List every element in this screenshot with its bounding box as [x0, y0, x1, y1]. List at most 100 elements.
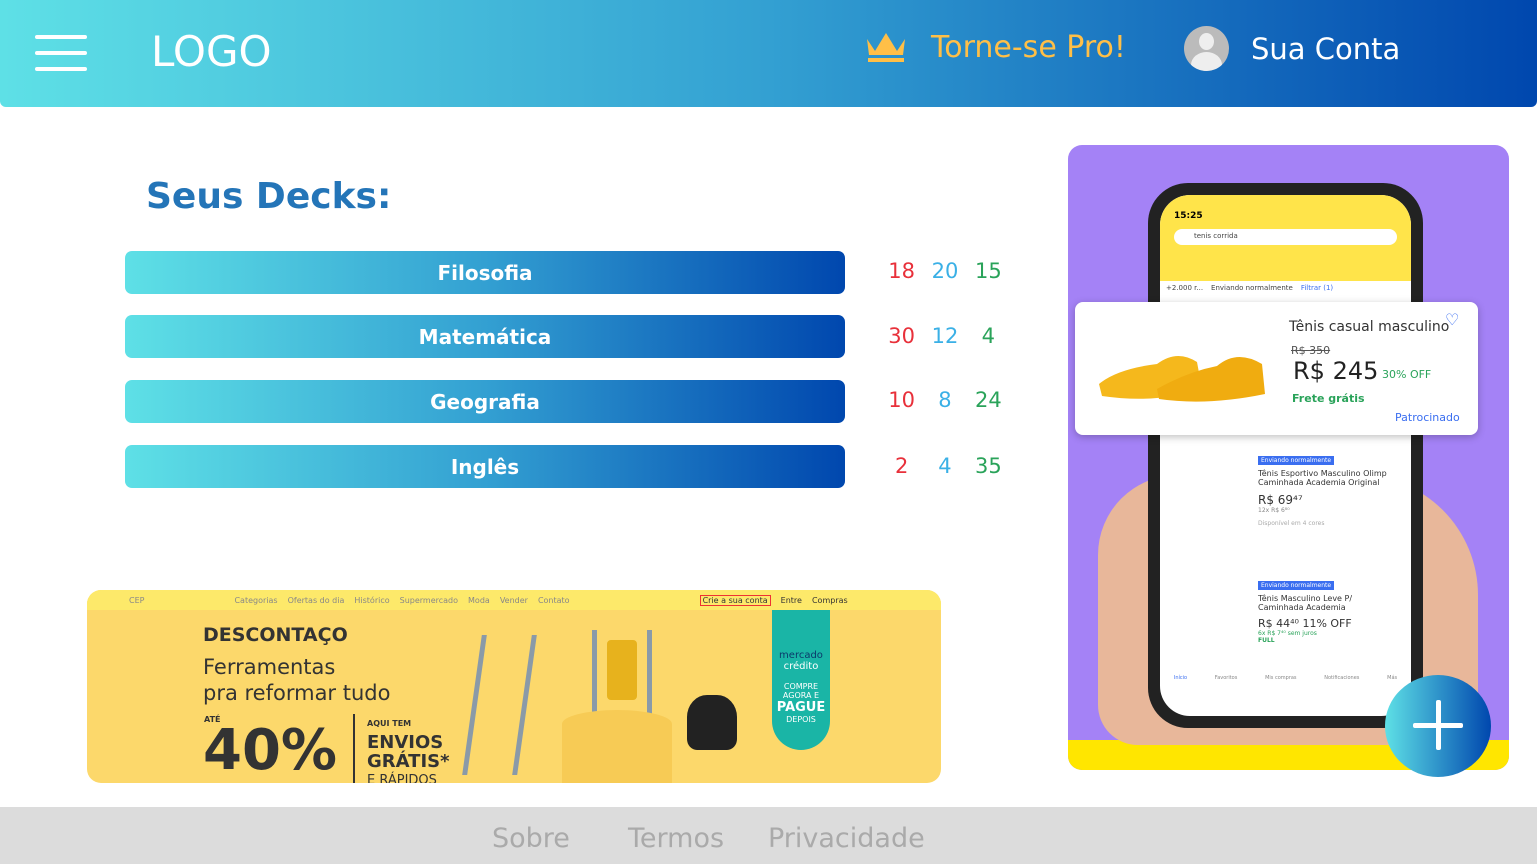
ad-text: AQUI TEM	[367, 719, 412, 728]
count-review: 24	[974, 388, 1002, 412]
ad-nav-item: Contato	[537, 595, 570, 605]
deck-counts: 10 8 24	[880, 388, 1010, 412]
ad-line: pra reformar tudo	[203, 681, 391, 705]
avatar-icon	[1184, 26, 1229, 71]
drill-image	[607, 640, 637, 700]
deck-counts: 2 4 35	[880, 454, 1010, 478]
phone-text: Disponível em 4 cores	[1258, 520, 1325, 527]
ad-nav-item: Vender	[499, 595, 528, 605]
phone-text: FULL	[1258, 637, 1275, 644]
count-learning: 4	[938, 454, 952, 478]
ad-nav-item: Moda	[468, 595, 490, 605]
ad-nav-item: Categorias	[234, 595, 278, 605]
phone-image: 15:25 tenis corrida +2.000 r... Enviando …	[1148, 183, 1423, 728]
count-new: 10	[888, 388, 916, 412]
phone-text: Enviando normalmente	[1258, 581, 1335, 590]
ad-text: crédito	[783, 661, 819, 672]
phone-text: Filtrar (1)	[1300, 284, 1334, 292]
footer-link-termos[interactable]: Termos	[628, 823, 724, 854]
crown-icon	[867, 32, 905, 62]
deck-button-matematica[interactable]: Matemática	[125, 315, 845, 358]
deck-button-filosofia[interactable]: Filosofia	[125, 251, 845, 294]
ad-nav-item: Supermercado	[399, 595, 459, 605]
logo[interactable]: LOGO	[151, 27, 272, 76]
phone-tab: Favoritos	[1214, 675, 1238, 681]
phone-tab: Mis compras	[1265, 675, 1297, 681]
hamburger-menu-icon[interactable]	[35, 33, 87, 73]
go-pro-button[interactable]: Torne-se Pro!	[865, 30, 1126, 65]
phone-text: Tênis Masculino Leve P/ Caminhada Academ…	[1258, 594, 1353, 612]
yellow-shoe-image	[1099, 355, 1265, 402]
product-old-price: R$ 350	[1291, 344, 1331, 357]
phone-text: 6x R$ 7⁴⁰ sem juros	[1258, 630, 1317, 637]
ad-nav: CEP Categorias Ofertas do dia Histórico …	[87, 590, 941, 610]
count-learning: 20	[931, 259, 959, 283]
phone-text: Enviando normalmente	[1211, 284, 1293, 292]
go-pro-label: Torne-se Pro!	[931, 30, 1126, 65]
phone-tab: Notificaciones	[1324, 675, 1360, 681]
phone-list-item: Enviando normalmente Tênis Esportivo Mas…	[1258, 455, 1398, 527]
top-bar: LOGO Torne-se Pro! Sua Conta	[0, 0, 1537, 107]
product-sponsored: Patrocinado	[1395, 411, 1460, 424]
phone-tab: Início	[1173, 675, 1188, 681]
count-new: 2	[894, 454, 909, 478]
footer: Sobre Termos Privacidade	[0, 807, 1537, 864]
ad-nav-item: Compras	[811, 595, 848, 605]
ladder-image	[462, 635, 537, 775]
count-review: 4	[981, 324, 995, 348]
ad-text: COMPRE AGORA E	[782, 682, 820, 700]
footer-link-privacidade[interactable]: Privacidade	[768, 823, 925, 854]
deck-counts: 30 12 4	[880, 324, 1010, 348]
count-learning: 12	[931, 324, 959, 348]
product-price: R$ 245	[1293, 357, 1379, 385]
ad-text: E RÁPIDOS	[367, 773, 437, 783]
count-review: 35	[974, 454, 1002, 478]
account-button[interactable]: Sua Conta	[1184, 26, 1400, 71]
ad-nav-item: CEP	[129, 595, 145, 605]
product-card: ♡ Tênis casual masculino R$ 350 R$ 245 3…	[1075, 302, 1478, 435]
ad-text: mercado	[779, 650, 823, 661]
count-new: 30	[888, 324, 916, 348]
phone-tabbar: Início Favoritos Mis compras Notificaciones…	[1160, 675, 1411, 681]
phone-list-item: Enviando normalmente Tênis Masculino Lev…	[1258, 580, 1398, 644]
count-learning: 8	[938, 388, 952, 412]
phone-text: R$ 69⁴⁷	[1258, 493, 1303, 507]
ad-nav-item: Histórico	[354, 595, 390, 605]
phone-text: 12x R$ 6⁸⁰	[1258, 507, 1290, 514]
count-review: 15	[974, 259, 1002, 283]
phone-time: 15:25	[1174, 211, 1203, 221]
account-label: Sua Conta	[1251, 31, 1401, 66]
phone-search: tenis corrida	[1174, 229, 1397, 245]
welding-mask-image	[687, 695, 737, 750]
page-title: Seus Decks:	[146, 176, 392, 217]
ad-subtitle: Ferramentas pra reformar tudo	[203, 654, 390, 706]
footer-link-sobre[interactable]: Sobre	[492, 823, 570, 854]
ad-percent: 40%	[203, 718, 338, 783]
ad-shipping: AQUI TEM ENVIOS GRÁTIS* E RÁPIDOS	[353, 714, 450, 783]
product-shipping: Frete grátis	[1292, 392, 1365, 405]
add-deck-button[interactable]	[1385, 675, 1491, 777]
product-title: Tênis casual masculino	[1289, 319, 1450, 335]
phone-filter-bar: +2.000 r... Enviando normalmente Filtrar (…	[1160, 281, 1411, 296]
phone-header: 15:25 tenis corrida	[1160, 195, 1411, 281]
phone-screen: 15:25 tenis corrida +2.000 r... Enviando …	[1160, 195, 1411, 716]
phone-text: +2.000 r...	[1166, 284, 1204, 292]
phone-tab: Más	[1387, 675, 1398, 681]
ad-nav-item: Ofertas do dia	[287, 595, 345, 605]
ad-nav-item: Crie a sua conta	[699, 594, 771, 606]
ad-headline: DESCONTAÇO	[203, 624, 348, 646]
deck-button-geografia[interactable]: Geografia	[125, 380, 845, 423]
ad-line: Ferramentas	[203, 655, 336, 679]
ad-text: DEPOIS	[786, 715, 816, 724]
ad-text: ENVIOS	[367, 732, 444, 753]
product-discount: 30% OFF	[1382, 368, 1432, 381]
ad-banner-tools[interactable]: CEP Categorias Ofertas do dia Histórico …	[87, 590, 941, 783]
pedestal-image	[562, 710, 672, 783]
phone-text: R$ 44⁴⁰ 11% OFF	[1258, 617, 1352, 630]
deck-counts: 18 20 15	[880, 259, 1010, 283]
deck-button-ingles[interactable]: Inglês	[125, 445, 845, 488]
ad-text: GRÁTIS*	[367, 751, 450, 772]
ad-text: PAGUE	[776, 700, 826, 715]
mercado-credito-badge: mercado crédito COMPRE AGORA E PAGUE DEP…	[772, 610, 830, 750]
count-new: 18	[888, 259, 916, 283]
